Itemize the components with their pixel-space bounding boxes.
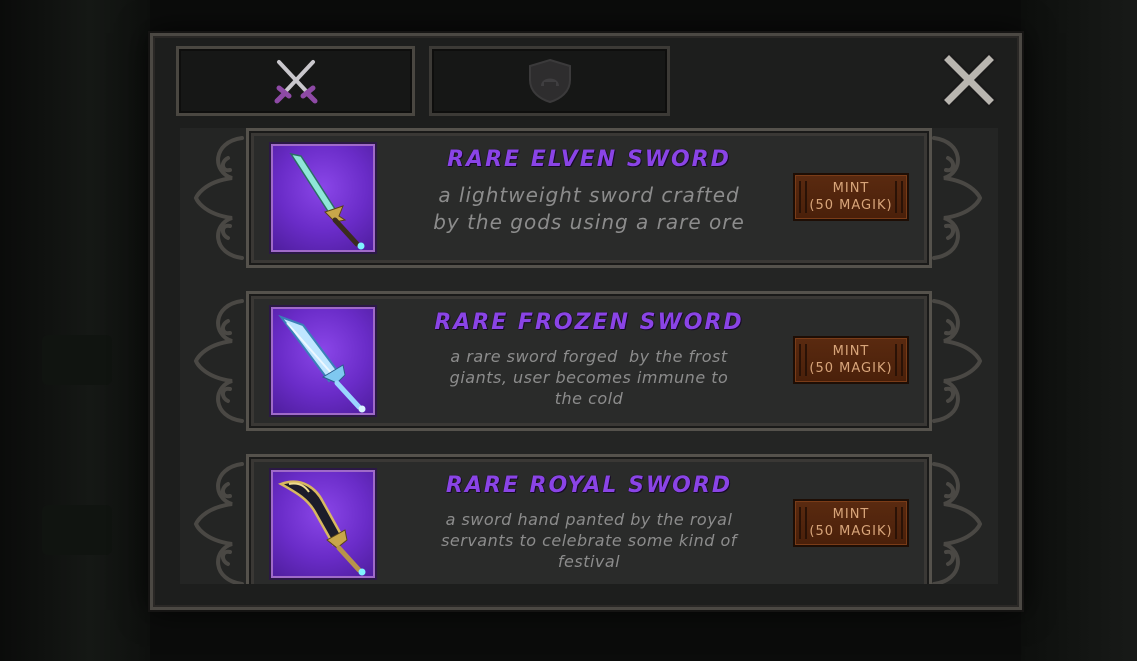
tab-armor[interactable] [429,46,670,116]
filigree-ornament-left [193,136,244,260]
item-card: RARE FROZEN SWORD a rare sword forged by… [246,291,932,431]
item-card: RARE ROYAL SWORD a sword hand panted by … [246,454,932,584]
item-description: a rare sword forged by the frost giants,… [399,346,779,409]
description-line: festival [557,552,621,571]
mint-button[interactable]: MINT (50 MAGIK) [793,499,909,547]
item-title: RARE FROZEN SWORD [434,310,744,335]
item-list[interactable]: RARE ELVEN SWORD a lightweight sword cra… [180,128,998,584]
mint-price: (50 MAGIK) [809,198,893,213]
mint-price: (50 MAGIK) [809,361,893,376]
description-line: giants, user becomes immune to [449,368,729,387]
item-description: a lightweight sword crafted by the gods … [399,182,779,236]
item-title: RARE ELVEN SWORD [447,147,731,172]
list-item: RARE FROZEN SWORD a rare sword forged by… [180,291,998,431]
background-right [1021,0,1137,661]
tab-weapons[interactable] [176,46,415,116]
mint-button[interactable]: MINT (50 MAGIK) [793,336,909,384]
shield-helmet-icon [528,58,571,104]
mint-label: MINT [832,344,870,359]
background-left [0,0,150,661]
close-icon [940,51,998,109]
item-title: RARE ROYAL SWORD [445,473,733,498]
mint-label: MINT [832,507,870,522]
mint-button[interactable]: MINT (50 MAGIK) [793,173,909,221]
background-banner [42,335,112,385]
list-item: RARE ROYAL SWORD a sword hand panted by … [180,454,998,584]
description-line: a lightweight sword crafted [438,183,740,207]
royal-sword-icon [278,480,366,576]
shop-panel: RARE ELVEN SWORD a lightweight sword cra… [150,33,1022,610]
item-card: RARE ELVEN SWORD a lightweight sword cra… [246,128,932,268]
description-line: a sword hand panted by the royal [445,510,733,529]
item-thumbnail [271,144,375,252]
elven-sword-icon [289,152,365,250]
filigree-ornament-right [932,462,983,584]
close-button[interactable] [939,50,999,110]
description-line: the cold [554,389,624,408]
crossed-swords-icon [274,60,317,104]
item-description: a sword hand panted by the royal servant… [399,509,779,572]
filigree-ornament-right [932,136,983,260]
description-line: a rare sword forged by the frost [450,347,728,366]
list-item: RARE ELVEN SWORD a lightweight sword cra… [180,128,998,268]
mint-price: (50 MAGIK) [809,524,893,539]
item-thumbnail [271,307,375,415]
filigree-ornament-right [932,299,983,423]
mint-label: MINT [832,181,870,196]
item-thumbnail [271,470,375,578]
background-banner [42,505,112,555]
description-line: by the gods using a rare ore [433,210,745,234]
filigree-ornament-left [193,462,244,584]
description-line: servants to celebrate some kind of [441,531,737,550]
frozen-sword-icon [278,314,366,413]
filigree-ornament-left [193,299,244,423]
